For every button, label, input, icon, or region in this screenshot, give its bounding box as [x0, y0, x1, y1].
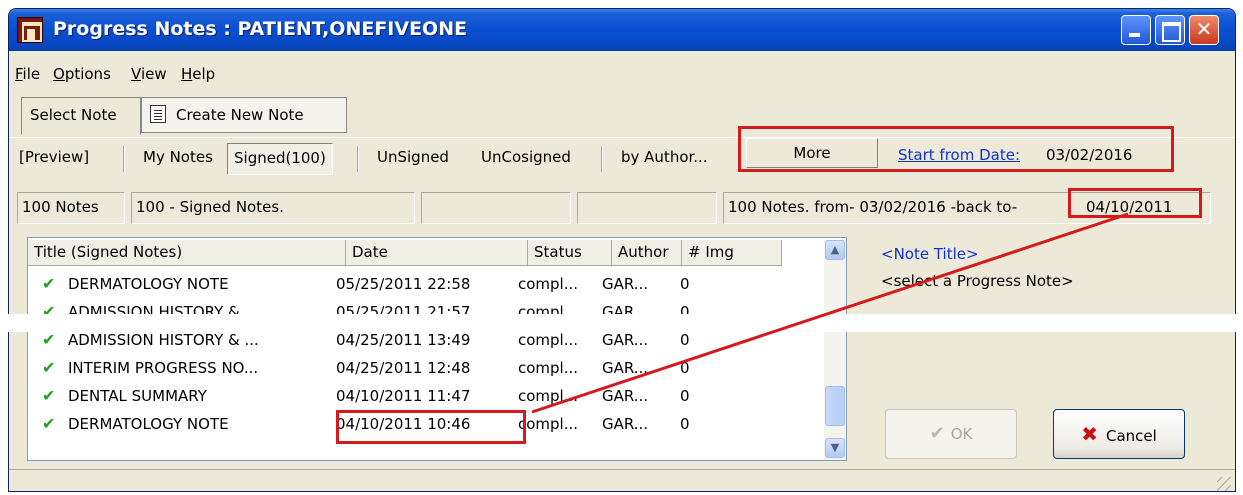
- column-title[interactable]: Title (Signed Notes): [28, 240, 346, 266]
- note-status: compl...: [518, 275, 579, 293]
- menu-help[interactable]: Help: [181, 65, 215, 83]
- status-row: 100 Notes 100 - Signed Notes. 100 Notes.…: [17, 192, 1235, 224]
- note-date: 04/10/2011 11:47: [336, 387, 471, 405]
- date-range-prefix: 100 Notes. from- 03/02/2016 -back to-: [728, 198, 1018, 216]
- app-icon: [17, 17, 43, 43]
- ok-button[interactable]: ✔ OK: [885, 409, 1017, 459]
- menu-options[interactable]: Options: [53, 65, 111, 83]
- signed-filter[interactable]: Signed(100): [227, 143, 333, 175]
- title-bar[interactable]: Progress Notes : PATIENT,ONEFIVEONE ✕: [9, 9, 1235, 51]
- highlight-box-more: [738, 126, 1174, 172]
- note-img-count: 0: [680, 275, 690, 293]
- uncosigned-filter[interactable]: UnCosigned: [481, 148, 571, 166]
- column-status[interactable]: Status: [528, 240, 612, 266]
- column-author[interactable]: Author: [612, 240, 682, 266]
- note-author: GAR...: [602, 275, 649, 293]
- progress-notes-window: Progress Notes : PATIENT,ONEFIVEONE ✕ Fi…: [8, 8, 1236, 492]
- note-status: compl...: [518, 331, 579, 349]
- tab-create-new-note-label: Create New Note: [176, 106, 304, 124]
- separator: [123, 146, 125, 172]
- menu-view[interactable]: View: [131, 65, 167, 83]
- note-title: DERMATOLOGY NOTE: [68, 275, 229, 293]
- note-title: DERMATOLOGY NOTE: [68, 415, 229, 433]
- highlight-box-back-date: [1068, 188, 1202, 218]
- note-author: GAR...: [602, 331, 649, 349]
- unsigned-filter[interactable]: UnSigned: [377, 148, 449, 166]
- check-icon: ✔: [42, 386, 56, 405]
- separator: [357, 146, 359, 172]
- scroll-up-icon[interactable]: ▲: [825, 240, 845, 260]
- note-author: GAR...: [602, 387, 649, 405]
- cancel-button-label: Cancel: [1105, 427, 1157, 445]
- by-author-filter[interactable]: by Author...: [621, 148, 708, 166]
- ok-check-icon: ✔: [929, 423, 945, 444]
- note-img-count: 0: [680, 387, 690, 405]
- note-img-count: 0: [680, 331, 690, 349]
- notes-description: 100 - Signed Notes.: [131, 192, 415, 224]
- tab-create-new-note[interactable]: Create New Note: [141, 97, 347, 133]
- note-title: INTERIM PROGRESS NO...: [68, 359, 259, 377]
- column-date[interactable]: Date: [346, 240, 528, 266]
- preview-hint: <select a Progress Note>: [881, 272, 1074, 290]
- check-icon: ✔: [42, 358, 56, 377]
- maximize-button[interactable]: [1155, 15, 1185, 45]
- note-date: 05/25/2011 22:58: [336, 275, 471, 293]
- scrollbar-thumb[interactable]: [825, 386, 845, 426]
- column-img[interactable]: # Img: [682, 240, 782, 266]
- scroll-down-icon[interactable]: ▼: [825, 438, 845, 458]
- note-status: compl...: [518, 415, 579, 433]
- window-title: Progress Notes : PATIENT,ONEFIVEONE: [53, 18, 468, 40]
- table-row[interactable]: ✔ INTERIM PROGRESS NO... 04/25/2011 12:4…: [28, 356, 818, 383]
- cancel-button[interactable]: ✖ Cancel: [1053, 409, 1185, 459]
- menu-bar: File Options View Help: [9, 61, 1235, 87]
- highlight-box-row-date: [336, 410, 526, 444]
- table-row[interactable]: ✔ DENTAL SUMMARY 04/10/2011 11:47 compl.…: [28, 384, 818, 411]
- tab-select-note-label: Select Note: [30, 106, 117, 124]
- note-author: GAR...: [602, 415, 649, 433]
- note-date: 04/25/2011 13:49: [336, 331, 471, 349]
- close-button[interactable]: ✕: [1189, 15, 1219, 45]
- notes-count: 100 Notes: [17, 192, 125, 224]
- ok-button-label: OK: [950, 425, 973, 443]
- check-icon: ✔: [42, 330, 56, 349]
- new-note-icon: [150, 105, 166, 123]
- minimize-button[interactable]: [1121, 15, 1151, 45]
- table-row[interactable]: ✔ DERMATOLOGY NOTE 05/25/2011 22:58 comp…: [28, 272, 818, 299]
- note-date: 04/25/2011 12:48: [336, 359, 471, 377]
- note-status: compl...: [518, 359, 579, 377]
- table-row[interactable]: ✔ ADMISSION HISTORY & ... 04/25/2011 13:…: [28, 328, 818, 355]
- note-img-count: 0: [680, 415, 690, 433]
- note-img-count: 0: [680, 359, 690, 377]
- resize-grip-icon[interactable]: [1217, 477, 1231, 491]
- note-title: ADMISSION HISTORY & ...: [68, 331, 259, 349]
- my-notes-filter[interactable]: My Notes: [143, 148, 213, 166]
- screenshot-gap: [0, 314, 1243, 332]
- status-cell-empty: [421, 192, 571, 224]
- vertical-scrollbar[interactable]: ▲ ▼: [824, 240, 846, 460]
- status-bar: [9, 469, 1235, 491]
- preview-note-title: <Note Title>: [881, 245, 979, 263]
- note-author: GAR...: [602, 359, 649, 377]
- cancel-x-icon: ✖: [1081, 422, 1098, 446]
- preview-filter[interactable]: [Preview]: [19, 148, 89, 166]
- menu-file[interactable]: File: [15, 65, 40, 83]
- note-status: compl...: [518, 387, 579, 405]
- check-icon: ✔: [42, 414, 56, 433]
- note-title: DENTAL SUMMARY: [68, 387, 207, 405]
- status-cell-empty: [577, 192, 717, 224]
- tab-select-note[interactable]: Select Note: [21, 97, 141, 135]
- check-icon: ✔: [42, 274, 56, 293]
- separator: [601, 146, 603, 172]
